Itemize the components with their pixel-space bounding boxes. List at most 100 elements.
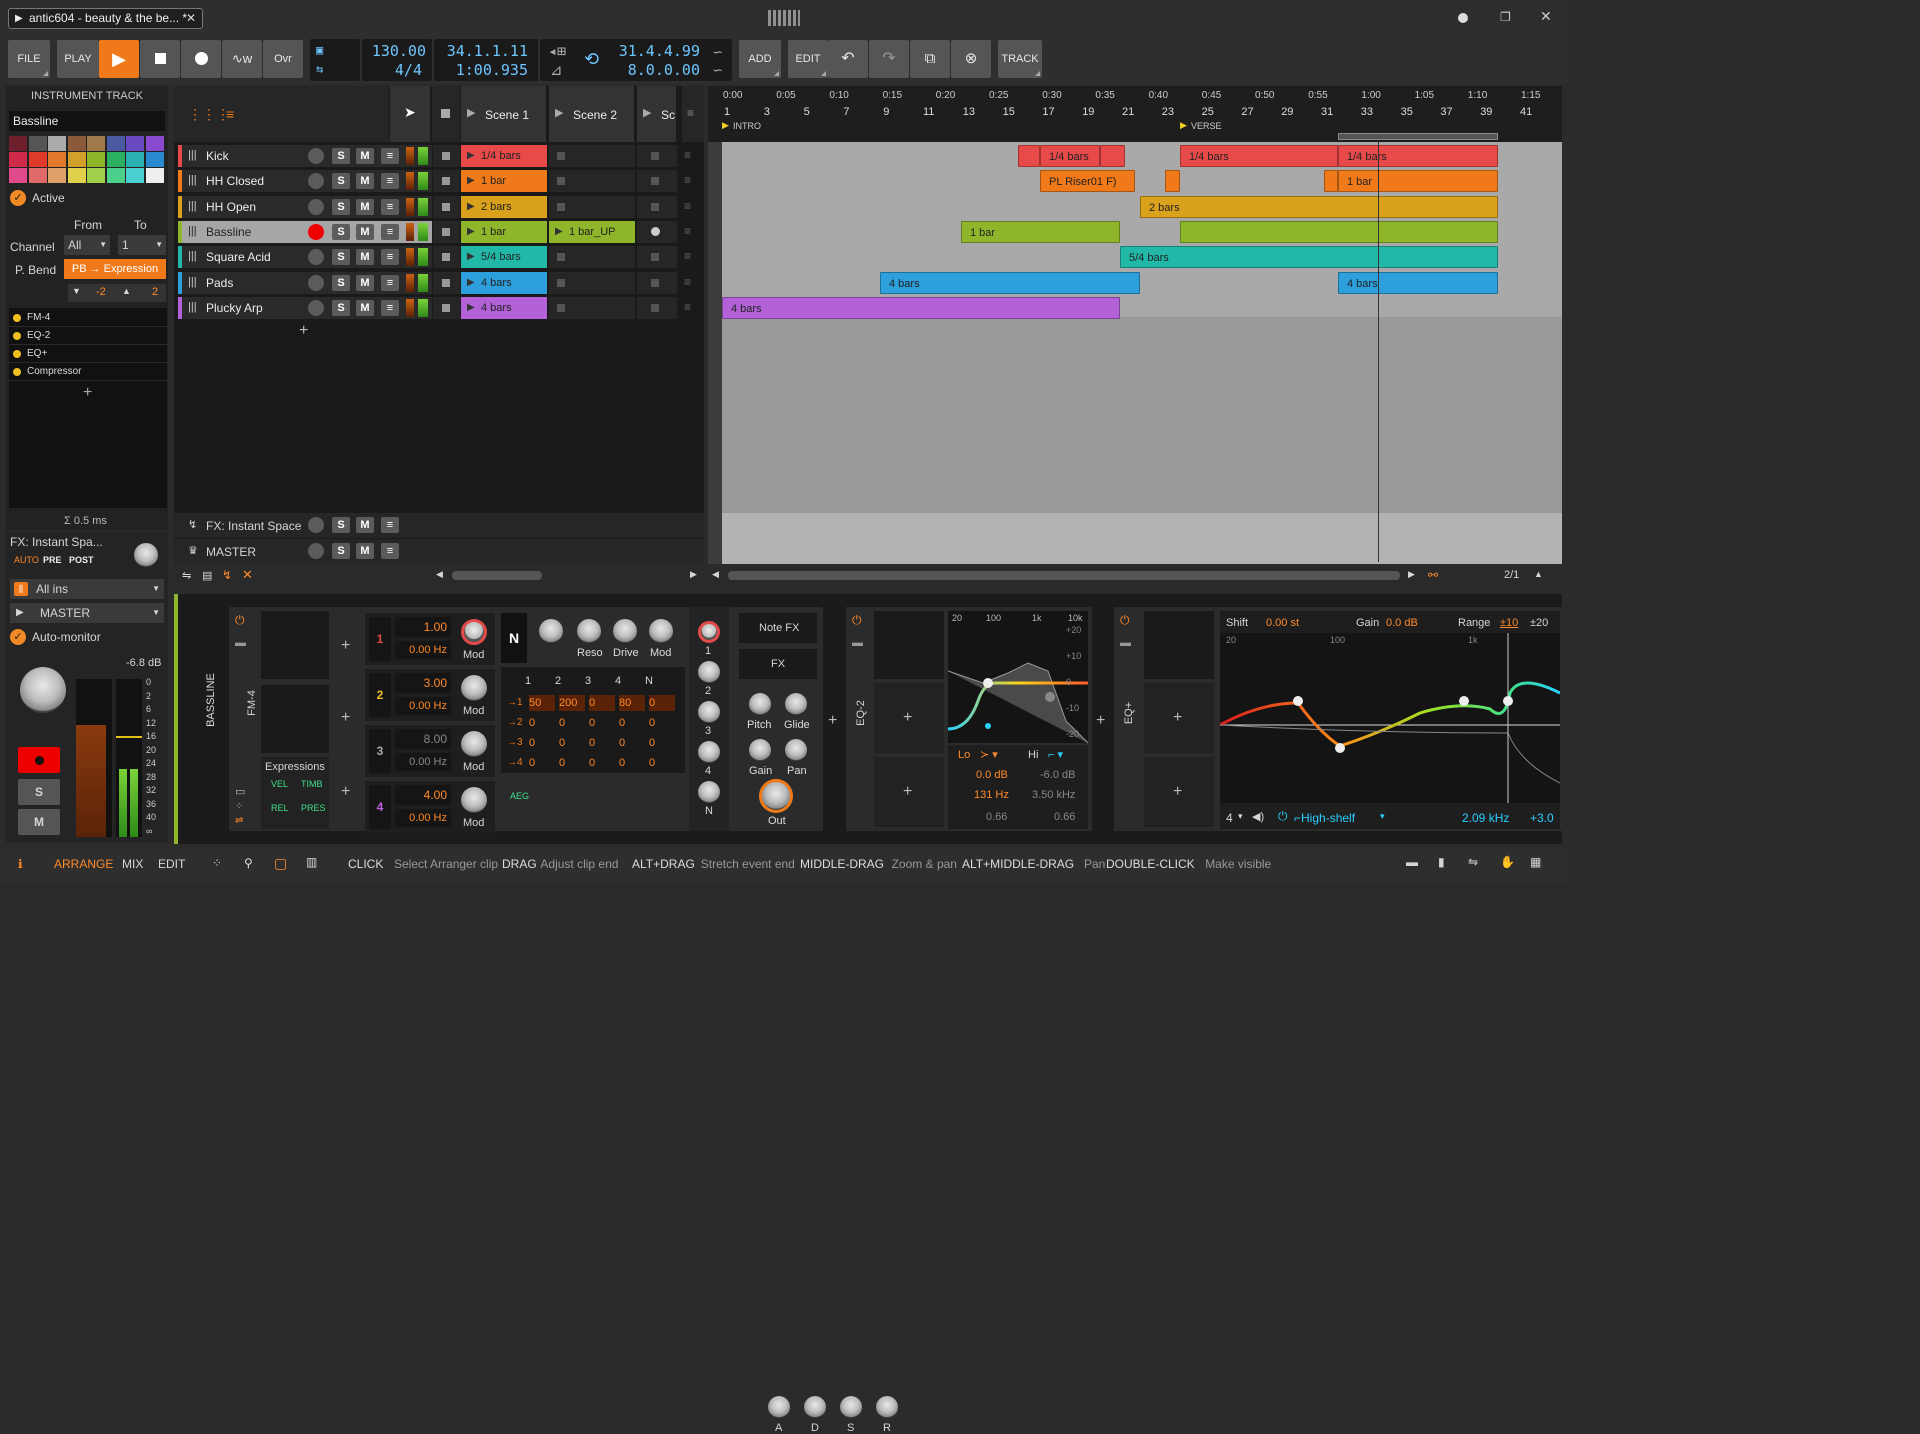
- channel-from-select[interactable]: All ▼: [64, 235, 110, 255]
- launcher-clip[interactable]: ▶ 1/4 bars: [461, 145, 547, 167]
- output-knob[interactable]: [698, 661, 720, 683]
- solo-button[interactable]: S: [332, 148, 350, 164]
- fx-track-monitor[interactable]: ≡: [381, 517, 399, 533]
- monitor-button[interactable]: ≡: [381, 198, 399, 215]
- restore-icon[interactable]: ❐: [1500, 10, 1511, 24]
- grid-view-icon[interactable]: ⋮⋮⋮: [188, 106, 230, 123]
- empty-slot[interactable]: [637, 246, 677, 269]
- color-swatch[interactable]: [87, 152, 105, 167]
- empty-slot[interactable]: [549, 170, 635, 193]
- operator-number[interactable]: 1: [369, 617, 391, 661]
- add-device-icon[interactable]: +: [83, 384, 92, 402]
- eqplus-band-2[interactable]: [1335, 743, 1345, 753]
- modulator-icon[interactable]: ⁘: [235, 801, 243, 812]
- scene-play-icon[interactable]: ▶: [467, 106, 475, 119]
- device-power-icon[interactable]: [13, 332, 21, 340]
- automation-write-button[interactable]: ∿w: [222, 40, 262, 78]
- channel-to-select[interactable]: 1 ▼: [118, 235, 166, 255]
- eqplus-folder-icon[interactable]: ▬: [1120, 637, 1131, 649]
- pb-up-value[interactable]: 2: [152, 286, 158, 298]
- track-row[interactable]: ||| HH Open S M ≡ ▶ 2 bars ≡: [174, 195, 704, 219]
- launcher-clip[interactable]: ▶ 2 bars: [461, 195, 547, 218]
- scene-header[interactable]: ▶ Scene 1: [461, 86, 547, 142]
- band-type-icon[interactable]: ▾: [1380, 811, 1385, 822]
- arranger-clip[interactable]: 4 bars: [722, 296, 1120, 319]
- window-close-icon[interactable]: ✕: [1540, 8, 1552, 25]
- project-tab[interactable]: ▶ antic604 - beauty & the be... * ✕: [8, 8, 203, 29]
- vel-label[interactable]: VEL: [271, 779, 288, 789]
- track-header[interactable]: ||| HH Closed S M ≡: [182, 170, 432, 193]
- track-header[interactable]: ||| Square Acid S M ≡: [182, 246, 432, 269]
- hi-gain[interactable]: -6.0 dB: [1040, 769, 1075, 781]
- track-header[interactable]: ||| Kick S M ≡: [182, 145, 432, 167]
- matrix-cell[interactable]: 50: [529, 695, 555, 711]
- arranger-clip[interactable]: 1/4 bars: [1040, 145, 1100, 167]
- layout-icon[interactable]: ▤: [202, 569, 212, 582]
- row-menu-icon[interactable]: ≡: [684, 199, 691, 213]
- color-swatch[interactable]: [145, 136, 164, 151]
- color-swatch[interactable]: [106, 152, 125, 167]
- arm-button[interactable]: [308, 299, 324, 316]
- operator-freq[interactable]: 0.00 Hz: [395, 809, 451, 827]
- add-button[interactable]: ADD: [739, 40, 781, 78]
- pres-label[interactable]: PRES: [301, 803, 326, 813]
- operator-number[interactable]: 2: [369, 673, 391, 717]
- operator-number[interactable]: 3: [369, 729, 391, 773]
- hand-icon[interactable]: ✋: [1500, 855, 1515, 869]
- operator-mod-knob[interactable]: [461, 731, 487, 757]
- device-power-icon[interactable]: [13, 350, 21, 358]
- matrix-cell[interactable]: 0: [619, 755, 645, 771]
- eq2-modulator-slot[interactable]: [874, 611, 944, 679]
- matrix-cell[interactable]: 0: [589, 695, 615, 711]
- output-select[interactable]: ▶ MASTER ▼: [10, 603, 164, 623]
- launcher-clip[interactable]: ▶ 5/4 bars: [461, 246, 547, 269]
- master-track-row[interactable]: ♛ MASTER S M ≡: [174, 539, 704, 564]
- solo-button[interactable]: S: [18, 779, 60, 805]
- clip-stop-cell[interactable]: [433, 296, 460, 319]
- lo-shape-icon[interactable]: ≻ ▾: [980, 748, 998, 761]
- output-knob[interactable]: [698, 701, 720, 723]
- loop-icon[interactable]: ⟲: [584, 49, 599, 70]
- color-swatch[interactable]: [9, 136, 27, 151]
- color-swatch[interactable]: [48, 168, 66, 183]
- drive-knob[interactable]: [613, 619, 637, 643]
- overdub-button[interactable]: Ovr: [263, 40, 303, 78]
- operator-ratio[interactable]: 1.00: [395, 617, 451, 637]
- mute-button[interactable]: M: [356, 223, 374, 240]
- close-icon[interactable]: ✕: [186, 9, 196, 28]
- lo-q[interactable]: 0.66: [986, 811, 1007, 823]
- fx-track-mute[interactable]: M: [356, 517, 374, 533]
- matrix-cell[interactable]: 0: [559, 715, 585, 731]
- eqplus-band-3[interactable]: [1459, 696, 1469, 706]
- cue-marker-icon[interactable]: ▶: [1180, 120, 1187, 131]
- loop-region[interactable]: [1338, 133, 1498, 140]
- pb-down-value[interactable]: -2: [96, 286, 106, 298]
- hi-shape-icon[interactable]: ⌐ ▾: [1048, 748, 1063, 761]
- shift-value[interactable]: 0.00 st: [1266, 617, 1299, 629]
- metronome-panel[interactable]: ▣ ⇆: [310, 39, 360, 81]
- eqplus-power-icon[interactable]: ⏻: [1120, 613, 1130, 628]
- track-header[interactable]: ||| HH Open S M ≡: [182, 195, 432, 218]
- launcher-clip[interactable]: ▶ 4 bars: [461, 296, 547, 319]
- eq2-mod-add-1[interactable]: +: [874, 683, 944, 753]
- mute-button[interactable]: M: [356, 249, 374, 266]
- add-mod-icon-1[interactable]: +: [341, 637, 350, 655]
- scene-play-icon[interactable]: ▶: [643, 106, 651, 119]
- arm-button[interactable]: [308, 249, 324, 266]
- solo-button[interactable]: S: [332, 299, 350, 316]
- color-swatch[interactable]: [106, 168, 125, 183]
- play-button[interactable]: ▶: [99, 40, 139, 78]
- folder-icon[interactable]: ▬: [235, 637, 246, 649]
- speaker-icon[interactable]: ◀): [1252, 810, 1264, 823]
- row-menu-icon[interactable]: ≡: [684, 300, 691, 314]
- arranger-clip[interactable]: 4 bars: [880, 271, 1140, 294]
- clip-stop-cell[interactable]: [433, 170, 460, 193]
- mute-button[interactable]: M: [356, 148, 374, 164]
- filter-type[interactable]: N: [501, 613, 527, 663]
- redo-button[interactable]: ↷: [869, 40, 909, 78]
- track-header[interactable]: ||| Pads S M ≡: [182, 271, 432, 294]
- band-power-icon[interactable]: ⏻: [1278, 809, 1288, 824]
- arm-button[interactable]: [308, 198, 324, 215]
- arm-button[interactable]: [308, 148, 324, 164]
- clear-icon[interactable]: ✕: [242, 567, 253, 583]
